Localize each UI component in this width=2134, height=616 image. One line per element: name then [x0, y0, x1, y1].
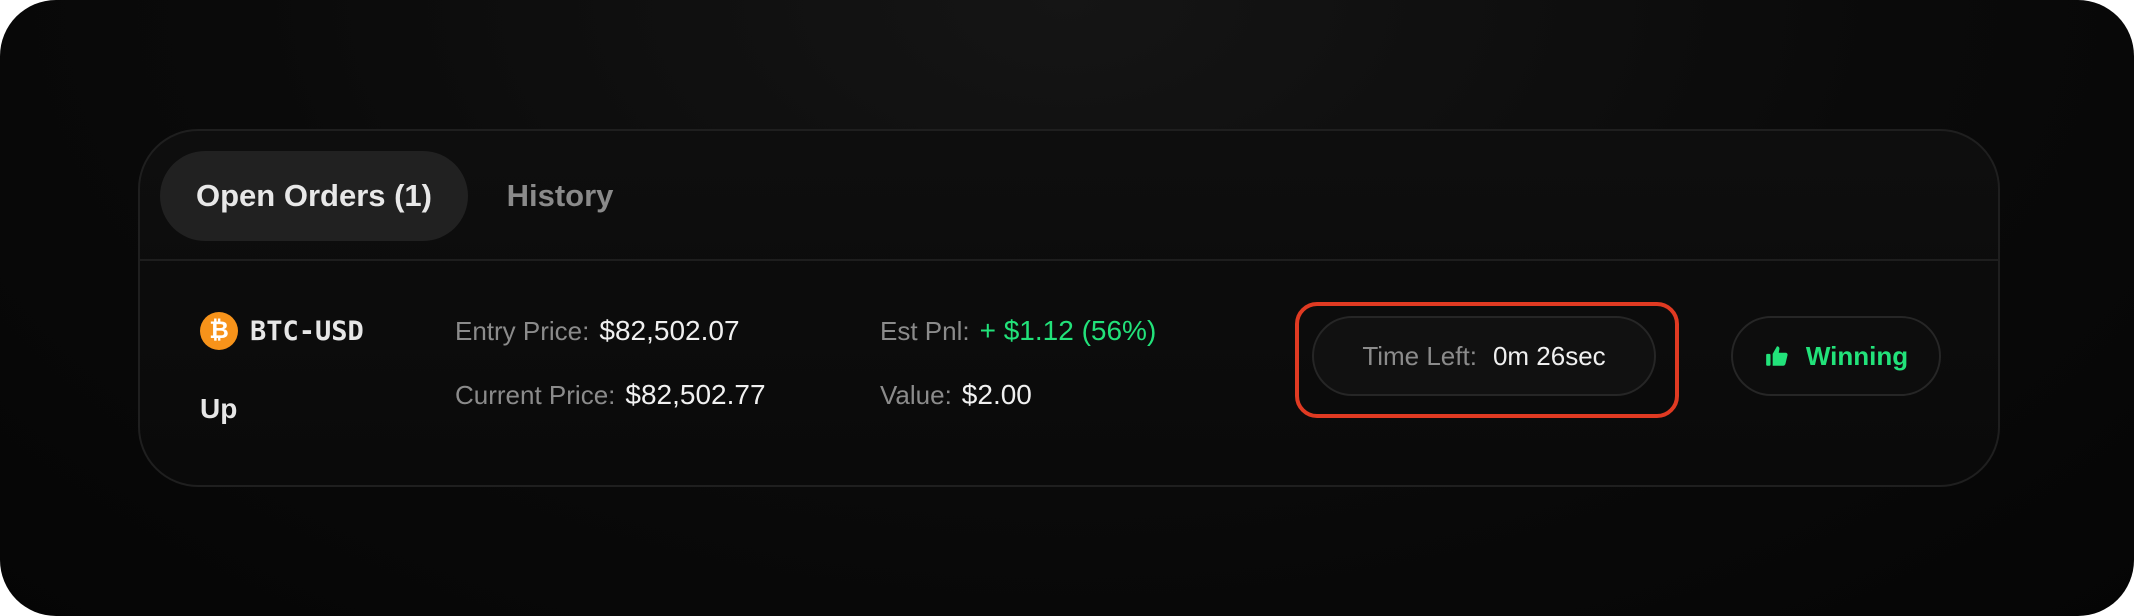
time-left-pill: Time Left: 0m 26sec [1312, 316, 1656, 396]
orders-panel: Open Orders (1) History ₿ BTC-USD Up Ent… [138, 129, 2000, 487]
app-frame: Open Orders (1) History ₿ BTC-USD Up Ent… [0, 0, 2134, 616]
status-badge: Winning [1731, 316, 1941, 396]
status-label: Winning [1805, 340, 1909, 371]
tab-open-orders[interactable]: Open Orders (1) [160, 151, 468, 241]
value-label: Value: [880, 379, 952, 410]
entry-price-field: Entry Price: $82,502.07 [455, 311, 740, 351]
tab-history[interactable]: History [492, 151, 628, 241]
order-row[interactable]: ₿ BTC-USD Up Entry Price: $82,502.07 Cur… [140, 261, 1998, 487]
entry-price-value: $82,502.07 [599, 315, 740, 346]
est-pnl-field: Est Pnl: + $1.12 (56%) [880, 311, 1156, 351]
value-amount: $2.00 [961, 379, 1032, 410]
current-price-field: Current Price: $82,502.77 [455, 375, 766, 415]
thumbs-up-icon [1766, 346, 1788, 366]
time-left-value: 0m 26sec [1492, 340, 1606, 371]
value-field: Value: $2.00 [880, 375, 1032, 415]
asset-label: BTC-USD [250, 315, 364, 347]
entry-price-label: Entry Price: [455, 315, 590, 346]
time-left-label: Time Left: [1362, 340, 1477, 371]
bitcoin-icon: ₿ [200, 312, 238, 350]
current-price-label: Current Price: [455, 379, 616, 410]
asset-pair: ₿ BTC-USD [200, 311, 364, 351]
est-pnl-value: + $1.12 (56%) [979, 315, 1157, 346]
est-pnl-label: Est Pnl: [880, 315, 970, 346]
current-price-value: $82,502.77 [625, 379, 766, 410]
order-direction: Up [200, 393, 238, 424]
tab-bar: Open Orders (1) History [140, 131, 1998, 261]
